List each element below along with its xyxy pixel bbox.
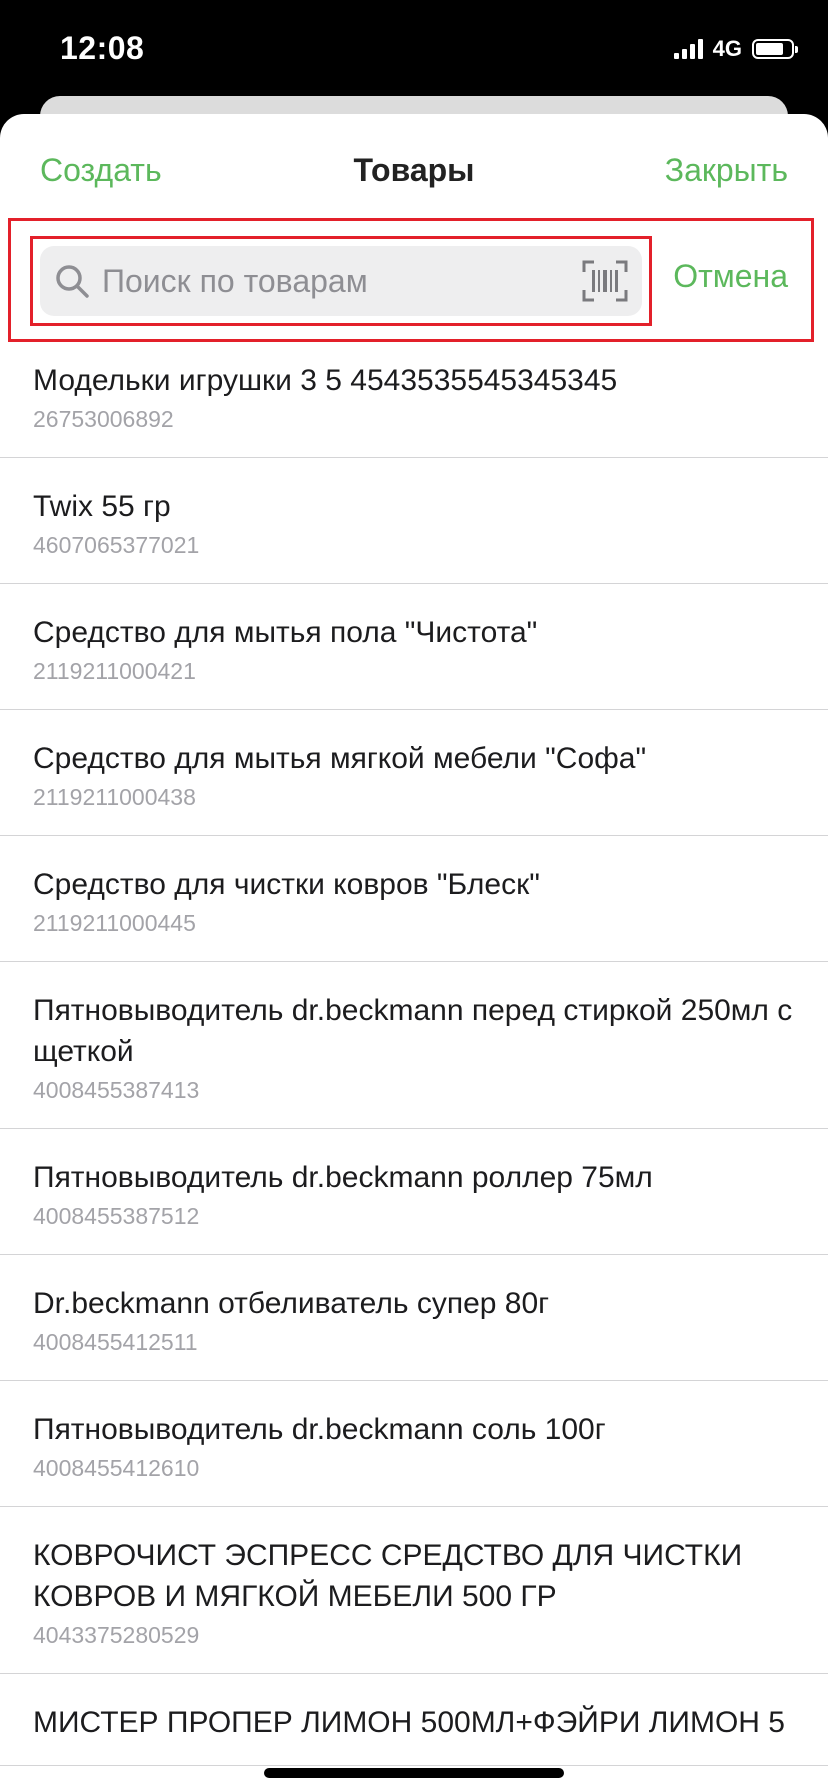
product-barcode: 4008455387512 xyxy=(33,1203,200,1229)
signal-icon xyxy=(673,39,703,59)
create-button[interactable]: Создать xyxy=(40,152,162,189)
products-sheet: Создать Товары Закрыть Отмена Модельки и… xyxy=(0,114,828,1792)
product-barcode: 4008455412610 xyxy=(33,1455,200,1481)
battery-level-fill xyxy=(756,43,784,55)
status-indicators: 4G xyxy=(673,36,798,62)
search-icon xyxy=(56,265,89,298)
search-box[interactable] xyxy=(40,246,642,316)
list-item[interactable]: Пятновыводитель dr.beckmann соль 100г 400… xyxy=(0,1381,828,1507)
search-input[interactable] xyxy=(102,246,562,316)
close-button[interactable]: Закрыть xyxy=(665,152,788,189)
product-barcode: 2119211000445 xyxy=(33,910,196,936)
product-name: Пятновыводитель dr.beckmann соль 100г xyxy=(33,1413,606,1446)
network-label: 4G xyxy=(712,36,742,61)
list-item[interactable]: Twix 55 гр 4607065377021 xyxy=(0,458,828,584)
list-item[interactable]: МИСТЕР ПРОПЕР ЛИМОН 500МЛ+ФЭЙРИ ЛИМОН 5 xyxy=(0,1674,828,1766)
product-name: Средство для мытья мягкой мебели "Софа" xyxy=(33,742,647,775)
status-time: 12:08 xyxy=(60,30,145,66)
list-item[interactable]: Средство для мытья мягкой мебели "Софа" 2… xyxy=(0,710,828,836)
list-item[interactable]: Модельки игрушки 3 5 4543535545345345 267… xyxy=(0,332,828,458)
product-barcode: 4008455387413 xyxy=(33,1077,200,1103)
battery-icon xyxy=(752,39,798,59)
product-list: Модельки игрушки 3 5 4543535545345345 267… xyxy=(0,332,828,1766)
product-name: КОВРОЧИСТ ЭСПРЕСС СРЕДСТВО ДЛЯ ЧИСТКИ КО… xyxy=(33,1539,743,1613)
list-item[interactable]: Средство для чистки ковров "Блеск" 211921… xyxy=(0,836,828,962)
product-name: Dr.beckmann отбеливатель супер 80г xyxy=(33,1287,550,1320)
list-item[interactable]: Средство для мытья пола "Чистота" 2119211… xyxy=(0,584,828,710)
product-name: Модельки игрушки 3 5 4543535545345345 xyxy=(33,364,618,397)
product-barcode: 4607065377021 xyxy=(33,532,200,558)
product-barcode: 26753006892 xyxy=(33,406,174,432)
product-barcode: 2119211000421 xyxy=(33,658,196,684)
product-name: Twix 55 гр xyxy=(33,490,171,523)
nav-bar: Создать Товары Закрыть xyxy=(0,114,828,232)
product-barcode: 4043375280529 xyxy=(33,1622,200,1648)
barcode-scan-icon[interactable] xyxy=(582,260,628,302)
list-item[interactable]: Dr.beckmann отбеливатель супер 80г 400845… xyxy=(0,1255,828,1381)
cancel-button[interactable]: Отмена xyxy=(673,258,788,295)
product-barcode: 4008455412511 xyxy=(33,1329,198,1355)
list-item[interactable]: Пятновыводитель dr.beckmann роллер 75мл 4… xyxy=(0,1129,828,1255)
product-name: Пятновыводитель dr.beckmann перед стирко… xyxy=(33,994,793,1068)
product-name: Средство для мытья пола "Чистота" xyxy=(33,616,538,649)
search-row: Отмена xyxy=(0,232,828,332)
home-indicator xyxy=(264,1768,564,1778)
product-name: Средство для чистки ковров "Блеск" xyxy=(33,868,540,901)
list-item[interactable]: Пятновыводитель dr.beckmann перед стирко… xyxy=(0,962,828,1129)
product-name: Пятновыводитель dr.beckmann роллер 75мл xyxy=(33,1161,653,1194)
status-bar: 12:08 4G xyxy=(0,0,828,96)
product-barcode: 2119211000438 xyxy=(33,784,196,810)
list-item[interactable]: КОВРОЧИСТ ЭСПРЕСС СРЕДСТВО ДЛЯ ЧИСТКИ КО… xyxy=(0,1507,828,1674)
product-name: МИСТЕР ПРОПЕР ЛИМОН 500МЛ+ФЭЙРИ ЛИМОН 5 xyxy=(33,1706,785,1739)
